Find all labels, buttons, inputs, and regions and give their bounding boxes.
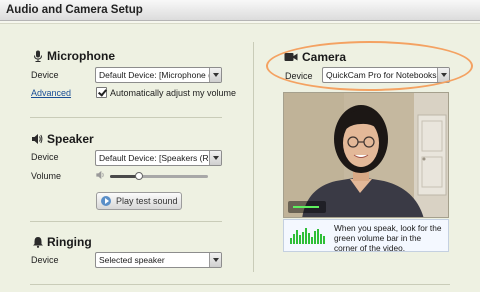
column-divider [253,42,254,272]
auto-adjust-checkbox[interactable] [96,87,107,98]
title-bar: Audio and Camera Setup [0,0,480,21]
camera-preview [283,92,449,218]
volume-bar [323,236,325,244]
play-icon [101,196,111,206]
ringing-section-title: Ringing [47,235,92,249]
chevron-down-icon [209,68,221,82]
microphone-icon [34,50,42,62]
volume-bar [317,229,319,244]
volume-bar [314,231,316,244]
webcam-person-image [284,93,448,217]
chevron-down-icon [209,253,221,267]
microphone-device-label: Device [31,70,59,80]
volume-icon [96,170,104,180]
speaker-device-label: Device [31,152,59,162]
volume-bar [308,233,310,244]
speaker-icon [32,134,43,144]
microphone-device-value: Default Device: [Microphone (Re [99,70,222,80]
volume-bar [305,228,307,244]
advanced-link[interactable]: Advanced [31,88,71,98]
chevron-down-icon [209,151,221,165]
video-volume-indicator [288,201,326,213]
camera-highlight-ellipse [266,41,473,91]
volume-bar [296,230,298,244]
camera-tip-text: When you speak, look for the green volum… [334,223,442,253]
audio-camera-setup-window: Audio and Camera Setup Microphone Device… [0,0,480,292]
speaker-divider [30,221,222,222]
bottom-divider [30,284,450,285]
volume-bar [290,238,292,244]
title-bar-shadow [0,21,480,24]
speaker-device-select[interactable]: Default Device: [Speakers (Real [95,150,222,166]
camera-tip: When you speak, look for the green volum… [283,219,449,253]
window-title: Audio and Camera Setup [6,4,143,16]
microphone-divider [30,117,222,118]
auto-adjust-label: Automatically adjust my volume [110,88,237,98]
ringing-device-label: Device [31,255,59,265]
microphone-section-title: Microphone [47,49,115,63]
bell-icon [33,237,43,248]
speaker-section-title: Speaker [47,132,94,146]
volume-label: Volume [31,171,62,181]
volume-bar [311,237,313,244]
volume-bar [302,232,304,244]
speaker-device-value: Default Device: [Speakers (Real [99,153,220,163]
volume-bar [299,235,301,244]
volume-bar [320,234,322,244]
play-test-sound-label: Play test sound [116,196,178,206]
volume-bar [293,234,295,244]
play-test-sound-button[interactable]: Play test sound [96,192,182,210]
volume-slider-thumb[interactable] [135,172,144,180]
ringing-device-select[interactable]: Selected speaker [95,252,222,268]
microphone-device-select[interactable]: Default Device: [Microphone (Re [95,67,222,83]
green-volume-bars [290,228,326,244]
ringing-device-value: Selected speaker [99,255,165,265]
